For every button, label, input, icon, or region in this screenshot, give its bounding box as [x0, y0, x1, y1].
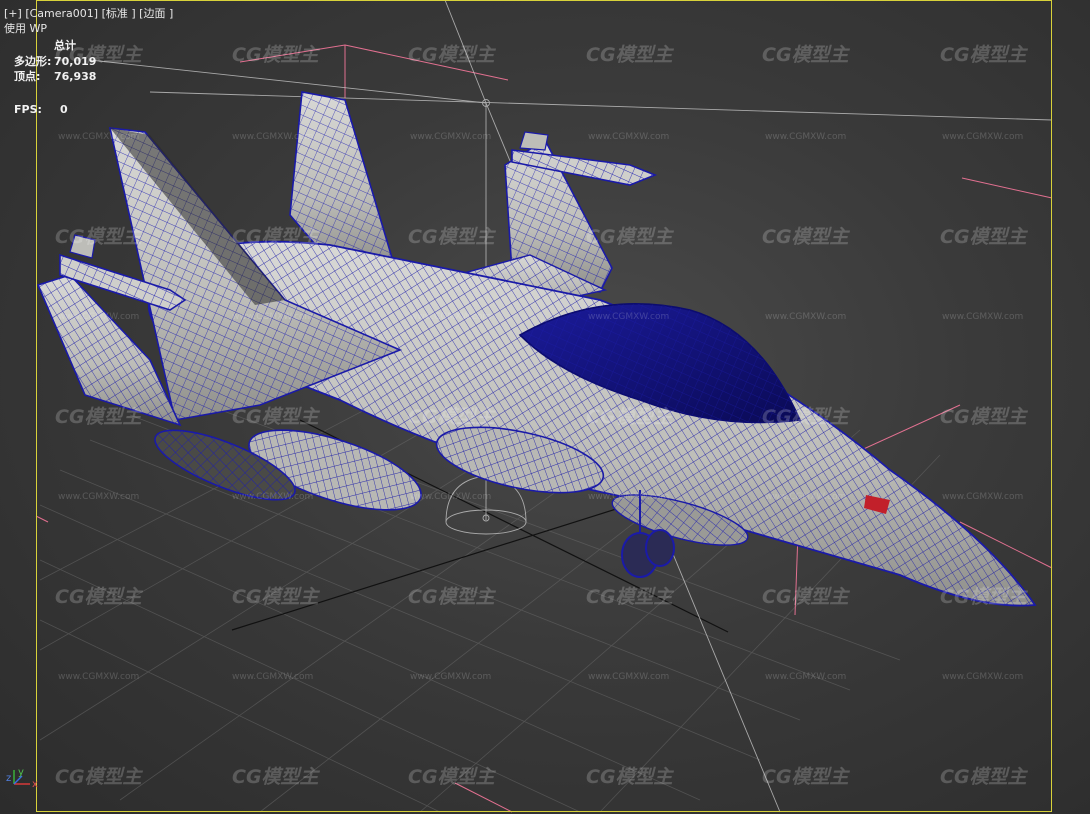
watermark-logo: CG模型主 [762, 226, 849, 248]
watermark-logo: CG模型主 [232, 44, 319, 66]
watermark-logo: CG模型主 [408, 406, 495, 428]
watermark-logo: CG模型主 [940, 766, 1027, 788]
watermark-logo: CG模型主 [762, 586, 849, 608]
watermark-logo: CG模型主 [232, 226, 319, 248]
watermark-url: www.CGMXW.com [942, 312, 1024, 322]
axis-y-label: y [18, 767, 24, 778]
viewport-subtitle: 使用 WP [4, 22, 48, 35]
watermark-logo: CG模型主 [408, 44, 495, 66]
stats-verts-label: 顶点: [14, 70, 41, 83]
watermark-url: www.CGMXW.com [942, 672, 1024, 682]
watermark-logo: CG模型主 [586, 586, 673, 608]
stats-header: 总计 [54, 39, 76, 52]
watermark-url: www.CGMXW.com [588, 312, 670, 322]
viewport-shading-menu[interactable]: [标准 ] [102, 7, 136, 20]
viewport-display-mode-menu[interactable]: [边面 ] [139, 7, 173, 20]
watermark-url: www.CGMXW.com [588, 132, 670, 142]
watermark-logo: CG模型主 [55, 226, 142, 248]
watermark-url: www.CGMXW.com [410, 672, 492, 682]
watermark-logo: CG模型主 [408, 586, 495, 608]
watermark-logo: CG模型主 [940, 44, 1027, 66]
watermark-url: www.CGMXW.com [588, 672, 670, 682]
scene-canvas[interactable] [0, 0, 1090, 814]
viewport-plus-menu[interactable]: [+] [4, 7, 22, 20]
watermark-url: www.CGMXW.com [588, 492, 670, 502]
stats-polys-label: 多边形: [14, 55, 52, 68]
watermark-logo: CG模型主 [762, 406, 849, 428]
fighter-jet-mesh[interactable] [36, 91, 1037, 607]
watermark-logo: CG模型主 [762, 766, 849, 788]
stats-fps-label: FPS: [14, 103, 42, 116]
watermark-url: www.CGMXW.com [58, 492, 140, 502]
watermark-logo: CG模型主 [55, 766, 142, 788]
watermark-logo: CG模型主 [232, 766, 319, 788]
watermark-logo: CG模型主 [232, 586, 319, 608]
watermark-url: www.CGMXW.com [232, 312, 314, 322]
watermark-logo: CG模型主 [762, 44, 849, 66]
axis-z-label: z [6, 773, 12, 784]
watermark-logo: CG模型主 [940, 406, 1027, 428]
watermark-url: www.CGMXW.com [232, 492, 314, 502]
watermark-url: www.CGMXW.com [765, 312, 847, 322]
watermark-logo: CG模型主 [940, 586, 1027, 608]
watermark-logo: CG模型主 [586, 44, 673, 66]
watermark-url: www.CGMXW.com [942, 132, 1024, 142]
watermark-url: www.CGMXW.com [765, 492, 847, 502]
stats-verts-value: 76,938 [54, 70, 97, 83]
axis-x-label: x [32, 779, 38, 790]
viewport-label-menu: [+] [Camera001] [标准 ] [边面 ] [4, 7, 173, 20]
watermark-logo: CG模型主 [940, 226, 1027, 248]
stats-fps-value: 0 [60, 103, 68, 116]
watermark-logo: CG模型主 [408, 226, 495, 248]
watermark-logo: CG模型主 [586, 406, 673, 428]
watermark-url: www.CGMXW.com [410, 492, 492, 502]
watermark-url: www.CGMXW.com [58, 132, 140, 142]
stats-polys-value: 70,019 [54, 55, 97, 68]
watermark-url: www.CGMXW.com [232, 132, 314, 142]
watermark-logo: CG模型主 [586, 766, 673, 788]
watermark-url: www.CGMXW.com [765, 132, 847, 142]
camera-viewport[interactable]: CG模型主 CG模型主 CG模型主 CG模型主 CG模型主 CG模型主 CG模型… [0, 0, 1090, 814]
watermark-logo: CG模型主 [55, 586, 142, 608]
watermark-url: www.CGMXW.com [942, 492, 1024, 502]
watermark-url: www.CGMXW.com [410, 132, 492, 142]
watermark-logo: CG模型主 [586, 226, 673, 248]
watermark-url: www.CGMXW.com [765, 672, 847, 682]
watermark-url: www.CGMXW.com [410, 312, 492, 322]
watermark-url: www.CGMXW.com [58, 672, 140, 682]
watermark-logo: CG模型主 [232, 406, 319, 428]
watermark-logo: CG模型主 [55, 406, 142, 428]
watermark-url: www.CGMXW.com [232, 672, 314, 682]
watermark-logo: CG模型主 [408, 766, 495, 788]
viewport-camera-menu[interactable]: [Camera001] [25, 7, 98, 20]
watermark-url: www.CGMXW.com [58, 312, 140, 322]
